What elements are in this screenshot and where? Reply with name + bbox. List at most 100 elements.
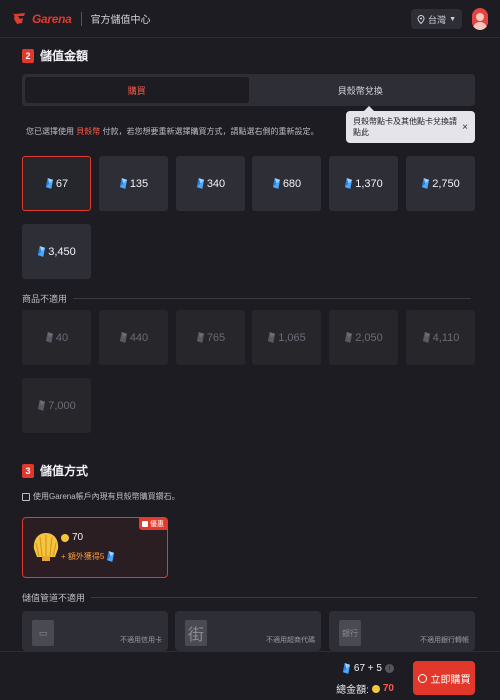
badge-icon [142, 521, 148, 527]
diamond-icon [272, 178, 281, 189]
diamond-icon [196, 332, 205, 343]
amount-value: 67 [55, 177, 69, 190]
amount-card-disabled: 7,000 [22, 378, 91, 433]
diamond-icon [421, 178, 430, 189]
unavailable-label-text: 商品不適用 [22, 294, 68, 304]
amount-value: 7,000 [48, 399, 76, 412]
amount-value: 1,370 [355, 177, 383, 190]
payment-note: 使用Garena帳戶內現有貝殼幣購買鑽石。 [22, 491, 180, 502]
diamond-icon [344, 178, 353, 189]
payment-notice: 您已選擇使用 貝殼幣 付款，若您想要重新選擇購買方式，請點選右側的重新設定。 [26, 126, 318, 137]
bank-transfer-icon: 銀行 [339, 620, 361, 646]
amount-card-135[interactable]: 135 [99, 156, 168, 211]
shell-amount-value: 70 [72, 532, 84, 543]
channel-unavailable-text: 不適用銀行轉帳 [420, 637, 469, 644]
amount-card-disabled: 40 [22, 310, 91, 365]
coin-icon [371, 684, 380, 693]
amount-value: 4,110 [432, 331, 460, 344]
info-icon [22, 492, 30, 501]
step-number: 2 [22, 48, 34, 63]
amount-card-680[interactable]: 680 [252, 156, 321, 211]
brand-name: Garena [32, 11, 72, 26]
coin-icon [61, 533, 69, 542]
user-avatar[interactable] [472, 8, 488, 30]
diamond-icon [342, 663, 351, 674]
amount-card-disabled: 440 [99, 310, 168, 365]
header-divider [80, 11, 82, 26]
amount-card-disabled: 765 [176, 310, 245, 365]
payment-note-text: 使用Garena帳戶內現有貝殼幣購買鑽石。 [33, 492, 180, 501]
amount-value: 135 [129, 177, 149, 190]
section-title: 儲值方式 [40, 464, 89, 478]
amount-card-67[interactable]: 67 [22, 156, 91, 211]
bonus-text: + 額外獲得5 [61, 552, 105, 561]
amount-section-heading: 2 儲值金額 [22, 47, 88, 64]
diamond-icon [119, 178, 128, 189]
tab-shell-redeem[interactable]: 貝殼幣兌換 [249, 77, 473, 103]
cart-icon [417, 673, 427, 683]
amount-value: 40 [55, 331, 69, 344]
badge-text: 優惠 [150, 521, 164, 528]
diamond-icon [344, 332, 353, 343]
amount-grid: 67 135 340 680 1,370 2,750 3,450 [22, 156, 475, 281]
amount-card-disabled: 2,050 [329, 310, 398, 365]
diamond-icon [119, 332, 128, 343]
chevron-down-icon: ▼ [449, 15, 456, 23]
notice-method[interactable]: 貝殼幣 [76, 127, 100, 136]
page-title: 官方儲值中心 [90, 15, 151, 26]
amount-card-3450[interactable]: 3,450 [22, 224, 91, 279]
section-title: 儲值金額 [40, 49, 89, 63]
amount-card-disabled: 4,110 [406, 310, 475, 365]
top-header: Garena 官方儲值中心 台灣 ▼ [0, 0, 500, 38]
amount-card-340[interactable]: 340 [176, 156, 245, 211]
tooltip-text: 貝殼幣點卡及其他點卡兌換請點此 [353, 117, 457, 137]
diamond-icon [45, 178, 54, 189]
diamond-total-value: 67 + 5 [353, 663, 382, 674]
amount-value: 440 [129, 331, 149, 344]
garena-logo-icon [13, 12, 25, 24]
diamond-icon [267, 332, 276, 343]
amount-value: 680 [282, 177, 302, 190]
amount-value: 765 [206, 331, 226, 344]
amount-card-disabled: 1,065 [252, 310, 321, 365]
region-selector[interactable]: 台灣 ▼ [411, 9, 462, 29]
purchase-mode-tabs: 購買 貝殼幣兌換 [22, 74, 475, 106]
redeem-tooltip[interactable]: 貝殼幣點卡及其他點卡兌換請點此 × [346, 106, 475, 143]
channel-unavailable-text: 不適用超商代碼 [266, 637, 315, 644]
diamond-total: 67 + 5 i [342, 663, 394, 674]
amount-card-1370[interactable]: 1,370 [329, 156, 398, 211]
price-label: 總金額: [336, 685, 369, 696]
unavailable-amount-grid: 40 440 765 1,065 2,050 4,110 7,000 [22, 310, 475, 435]
amount-value: 340 [206, 177, 226, 190]
payment-method-shell[interactable]: 70 + 額外獲得5 優惠 [22, 517, 168, 578]
amount-value: 1,065 [278, 331, 306, 344]
diamond-icon [37, 246, 46, 257]
amount-value: 3,450 [48, 245, 76, 258]
unavailable-channels-text: 儲值管道不適用 [22, 593, 86, 603]
diamond-icon [196, 178, 205, 189]
amount-card-2750[interactable]: 2,750 [406, 156, 475, 211]
step-number: 3 [22, 463, 34, 478]
checkout-footer: 67 + 5 i 總金額: 70 立即購買 [0, 651, 500, 700]
buy-now-button[interactable]: 立即購買 [413, 661, 475, 695]
close-icon[interactable]: × [462, 122, 468, 133]
credit-card-icon: ▭ [32, 620, 54, 646]
info-icon[interactable]: i [385, 664, 394, 673]
unavailable-products-label: 商品不適用 [22, 292, 472, 305]
amount-value: 2,050 [355, 331, 383, 344]
tab-purchase[interactable]: 購買 [25, 77, 249, 103]
shell-icon [33, 533, 59, 561]
price-value: 70 [382, 683, 394, 694]
channel-card-disabled: 街 不適用超商代碼 [175, 611, 321, 651]
unavailable-channels-label: 儲值管道不適用 [22, 591, 478, 604]
region-label: 台灣 [428, 14, 447, 25]
promo-badge: 優惠 [139, 518, 167, 530]
shell-amount: 70 [61, 532, 83, 543]
diamond-icon [422, 332, 431, 343]
notice-prefix: 您已選擇使用 [26, 127, 74, 136]
diamond-icon [37, 400, 46, 411]
notice-suffix: 付款，若您想要重新選擇購買方式，請點選右側的重新設定。 [102, 127, 319, 136]
garena-logo[interactable]: Garena [12, 11, 72, 27]
channel-unavailable-text: 不適用信用卡 [120, 637, 162, 644]
divider [91, 597, 478, 598]
